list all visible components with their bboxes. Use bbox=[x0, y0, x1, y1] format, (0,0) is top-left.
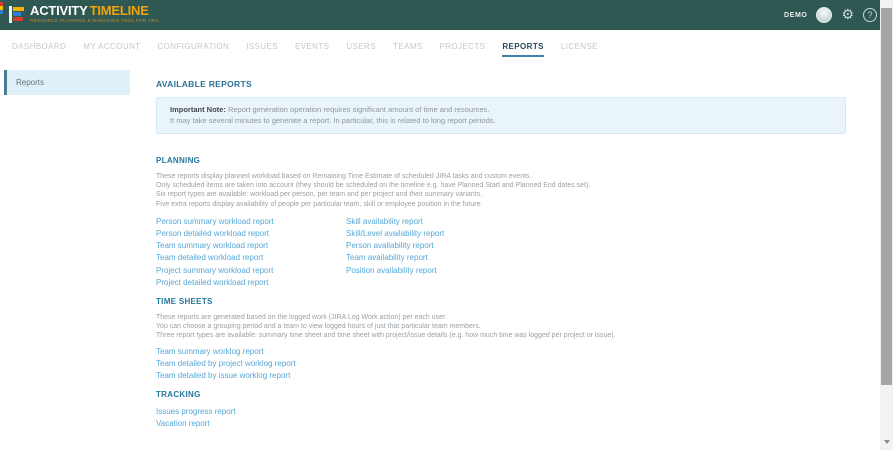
timeline-logo-icon bbox=[9, 6, 25, 24]
brand-timeline-text: TIMELINE bbox=[90, 3, 149, 18]
planning-links: Person summary workload report Person de… bbox=[156, 216, 846, 289]
link-project-detailed-workload[interactable]: Project detailed workload report bbox=[156, 277, 346, 289]
planning-links-left: Person summary workload report Person de… bbox=[156, 216, 346, 289]
page-title: AVAILABLE REPORTS bbox=[156, 79, 846, 89]
link-team-detailed-issue-worklog[interactable]: Team detailed by issue worklog report bbox=[156, 370, 846, 382]
planning-desc-line: These reports display planned workload b… bbox=[156, 172, 846, 181]
tab-my-account[interactable]: MY ACCOUNT bbox=[83, 36, 140, 57]
section-planning: PLANNING These reports display planned w… bbox=[156, 156, 846, 289]
important-note-box: Important Note: Report generation operat… bbox=[156, 97, 846, 134]
app-header: ACTIVITYTIMELINE RESOURCE PLANNING & MAN… bbox=[0, 0, 893, 30]
tracking-heading: TRACKING bbox=[156, 390, 846, 399]
brand-title: ACTIVITYTIMELINE bbox=[30, 3, 196, 18]
link-team-summary-workload[interactable]: Team summary workload report bbox=[156, 240, 346, 252]
help-icon[interactable]: ? bbox=[863, 8, 877, 22]
main-nav: DASHBOARD MY ACCOUNT CONFIGURATION ISSUE… bbox=[0, 30, 880, 59]
link-person-summary-workload[interactable]: Person summary workload report bbox=[156, 216, 346, 228]
planning-desc-line: Five extra reports display availability … bbox=[156, 200, 846, 209]
brand-tagline: RESOURCE PLANNING & MANAGING TOOL FOR JI… bbox=[30, 19, 159, 24]
time-sheets-heading: TIME SHEETS bbox=[156, 297, 846, 306]
link-skill-availability[interactable]: Skill availability report bbox=[346, 216, 444, 228]
vertical-scrollbar[interactable] bbox=[880, 0, 893, 450]
app-window: ACTIVITYTIMELINE RESOURCE PLANNING & MAN… bbox=[0, 0, 893, 450]
brand-block: ACTIVITYTIMELINE RESOURCE PLANNING & MAN… bbox=[30, 3, 196, 25]
link-project-summary-workload[interactable]: Project summary workload report bbox=[156, 265, 346, 277]
section-tracking: TRACKING Issues progress report Vacation… bbox=[156, 390, 846, 430]
link-issues-progress[interactable]: Issues progress report bbox=[156, 406, 846, 418]
planning-desc-line: Six report types are available: workload… bbox=[156, 190, 846, 199]
link-skill-level-availability[interactable]: Skill/Level availability report bbox=[346, 228, 444, 240]
settings-gear-icon[interactable]: ⚙ bbox=[841, 8, 854, 22]
note-text-2: It may take several minutes to generate … bbox=[170, 116, 832, 127]
note-line-1: Important Note: Report generation operat… bbox=[170, 105, 832, 116]
user-name-label: DEMO bbox=[784, 12, 807, 19]
tab-teams[interactable]: TEAMS bbox=[393, 36, 423, 57]
user-avatar[interactable] bbox=[816, 7, 832, 23]
note-label: Important Note: bbox=[170, 105, 226, 114]
tab-dashboard[interactable]: DASHBOARD bbox=[12, 36, 66, 57]
tab-users[interactable]: USERS bbox=[346, 36, 376, 57]
reports-content: AVAILABLE REPORTS Important Note: Report… bbox=[156, 79, 846, 431]
tab-projects[interactable]: PROJECTS bbox=[440, 36, 486, 57]
link-vacation-report[interactable]: Vacation report bbox=[156, 418, 846, 430]
time-sheets-desc-line: Three report types are available: summar… bbox=[156, 331, 846, 340]
left-edge-logo-artifact bbox=[0, 2, 3, 14]
tab-configuration[interactable]: CONFIGURATION bbox=[157, 36, 229, 57]
header-right-controls: DEMO ⚙ ? bbox=[784, 0, 877, 30]
link-person-detailed-workload[interactable]: Person detailed workload report bbox=[156, 228, 346, 240]
planning-heading: PLANNING bbox=[156, 156, 846, 165]
planning-description: These reports display planned workload b… bbox=[156, 172, 846, 209]
brand-activity-text: ACTIVITY bbox=[30, 3, 88, 18]
scrollbar-down-arrow-icon[interactable] bbox=[884, 440, 890, 444]
link-team-detailed-workload[interactable]: Team detailed workload report bbox=[156, 252, 346, 264]
time-sheets-desc-line: These reports are generated based on the… bbox=[156, 313, 846, 322]
scrollbar-thumb[interactable] bbox=[881, 8, 892, 385]
link-person-availability[interactable]: Person availability report bbox=[346, 240, 444, 252]
link-team-summary-worklog[interactable]: Team summary worklog report bbox=[156, 346, 846, 358]
time-sheets-links: Team summary worklog report Team detaile… bbox=[156, 346, 846, 383]
tab-license[interactable]: LICENSE bbox=[561, 36, 598, 57]
planning-links-right: Skill availability report Skill/Level av… bbox=[346, 216, 444, 289]
tab-reports[interactable]: REPORTS bbox=[502, 36, 543, 57]
tracking-links: Issues progress report Vacation report bbox=[156, 406, 846, 430]
link-team-availability[interactable]: Team availability report bbox=[346, 252, 444, 264]
tab-events[interactable]: EVENTS bbox=[295, 36, 329, 57]
note-text-1: Report generation operation requires sig… bbox=[228, 105, 489, 114]
time-sheets-desc-line: You can choose a grouping period and a t… bbox=[156, 322, 846, 331]
section-time-sheets: TIME SHEETS These reports are generated … bbox=[156, 297, 846, 382]
link-team-detailed-project-worklog[interactable]: Team detailed by project worklog report bbox=[156, 358, 846, 370]
planning-desc-line: Only scheduled items are taken into acco… bbox=[156, 181, 846, 190]
tab-issues[interactable]: ISSUES bbox=[246, 36, 278, 57]
sidebar-item-reports[interactable]: Reports bbox=[4, 70, 130, 95]
link-position-availability[interactable]: Position availability report bbox=[346, 265, 444, 277]
time-sheets-description: These reports are generated based on the… bbox=[156, 313, 846, 341]
